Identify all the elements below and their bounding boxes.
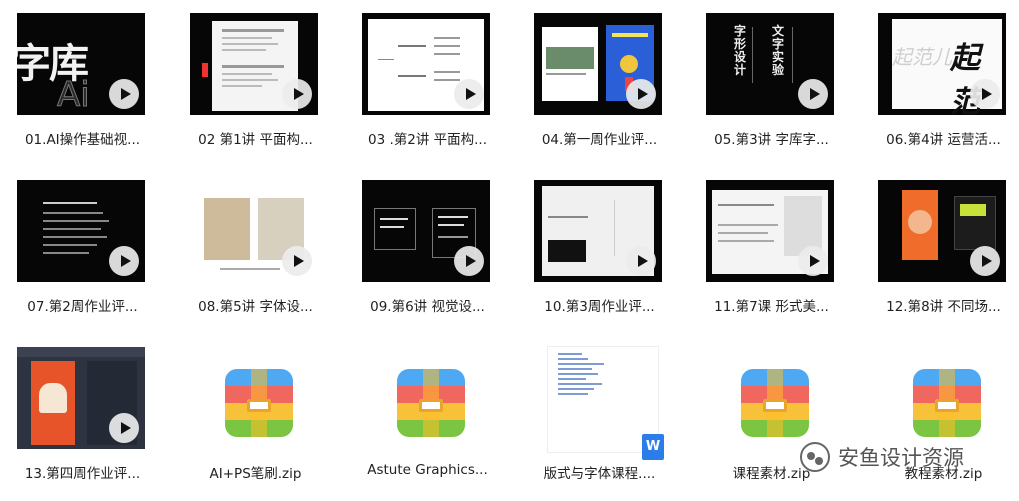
file-name: 06.第4讲 运营活...: [886, 132, 1001, 148]
file-name: 版式与字体课程....: [543, 466, 656, 482]
video-thumbnail: [362, 13, 490, 115]
file-name: 01.AI操作基础视...: [24, 132, 141, 148]
wechat-logo-icon: [800, 442, 830, 472]
file-name: AI+PS笔刷.zip: [209, 466, 302, 482]
zip-archive-icon: [362, 347, 490, 449]
video-thumbnail: 字库 Ai: [17, 13, 145, 115]
video-thumbnail: [190, 180, 318, 282]
file-name: 02 第1讲 平面构...: [198, 132, 313, 148]
file-name: Astute Graphics...: [367, 462, 488, 478]
file-name: 10.第3周作业评...: [544, 299, 655, 315]
play-icon: [454, 246, 484, 276]
play-icon: [626, 246, 656, 276]
zip-archive-icon: [706, 347, 834, 449]
play-icon: [970, 246, 1000, 276]
play-icon: [626, 79, 656, 109]
play-icon: [798, 246, 828, 276]
file-name: 03 .第2讲 平面构...: [367, 132, 487, 148]
play-icon: [109, 79, 139, 109]
video-thumbnail: [534, 13, 662, 115]
thumbnail-text: 文字实验: [772, 24, 785, 77]
word-document-icon: W: [534, 347, 664, 460]
play-icon: [282, 79, 312, 109]
video-thumbnail: [17, 347, 145, 449]
video-thumbnail: [878, 180, 1006, 282]
thumbnail-text: 字形设计: [734, 24, 747, 77]
video-thumbnail: 起范儿 起范: [878, 13, 1006, 115]
play-icon: [282, 246, 312, 276]
video-thumbnail: [534, 180, 662, 282]
play-icon: [454, 79, 484, 109]
zip-archive-icon: [190, 347, 318, 449]
play-icon: [970, 79, 1000, 109]
file-name: 11.第7课 形式美...: [714, 299, 829, 315]
video-thumbnail: [17, 180, 145, 282]
thumbnail-text: Ai: [57, 75, 91, 116]
file-name: 12.第8讲 不同场...: [886, 299, 1001, 315]
poster-left: [542, 27, 598, 101]
play-icon: [109, 413, 139, 443]
file-name: 09.第6讲 视觉设...: [370, 299, 485, 315]
video-thumbnail: [190, 13, 318, 115]
file-name: 04.第一周作业评...: [541, 132, 658, 148]
file-name: 07.第2周作业评...: [27, 299, 138, 315]
thumbnail-text: 起范儿: [892, 45, 952, 69]
zip-archive-icon: [878, 347, 1006, 449]
video-thumbnail: [362, 180, 490, 282]
play-icon: [109, 246, 139, 276]
file-name: 13.第四周作业评...: [24, 466, 141, 482]
watermark-text: 安鱼设计资源: [838, 446, 964, 470]
video-thumbnail: 字形设计 文字实验: [706, 13, 834, 115]
file-name: 08.第5讲 字体设...: [198, 299, 313, 315]
play-icon: [798, 79, 828, 109]
word-badge-icon: W: [642, 434, 664, 460]
watermark: 安鱼设计资源: [800, 440, 964, 474]
file-name: 05.第3讲 字库字...: [714, 132, 829, 148]
video-thumbnail: [706, 180, 834, 282]
